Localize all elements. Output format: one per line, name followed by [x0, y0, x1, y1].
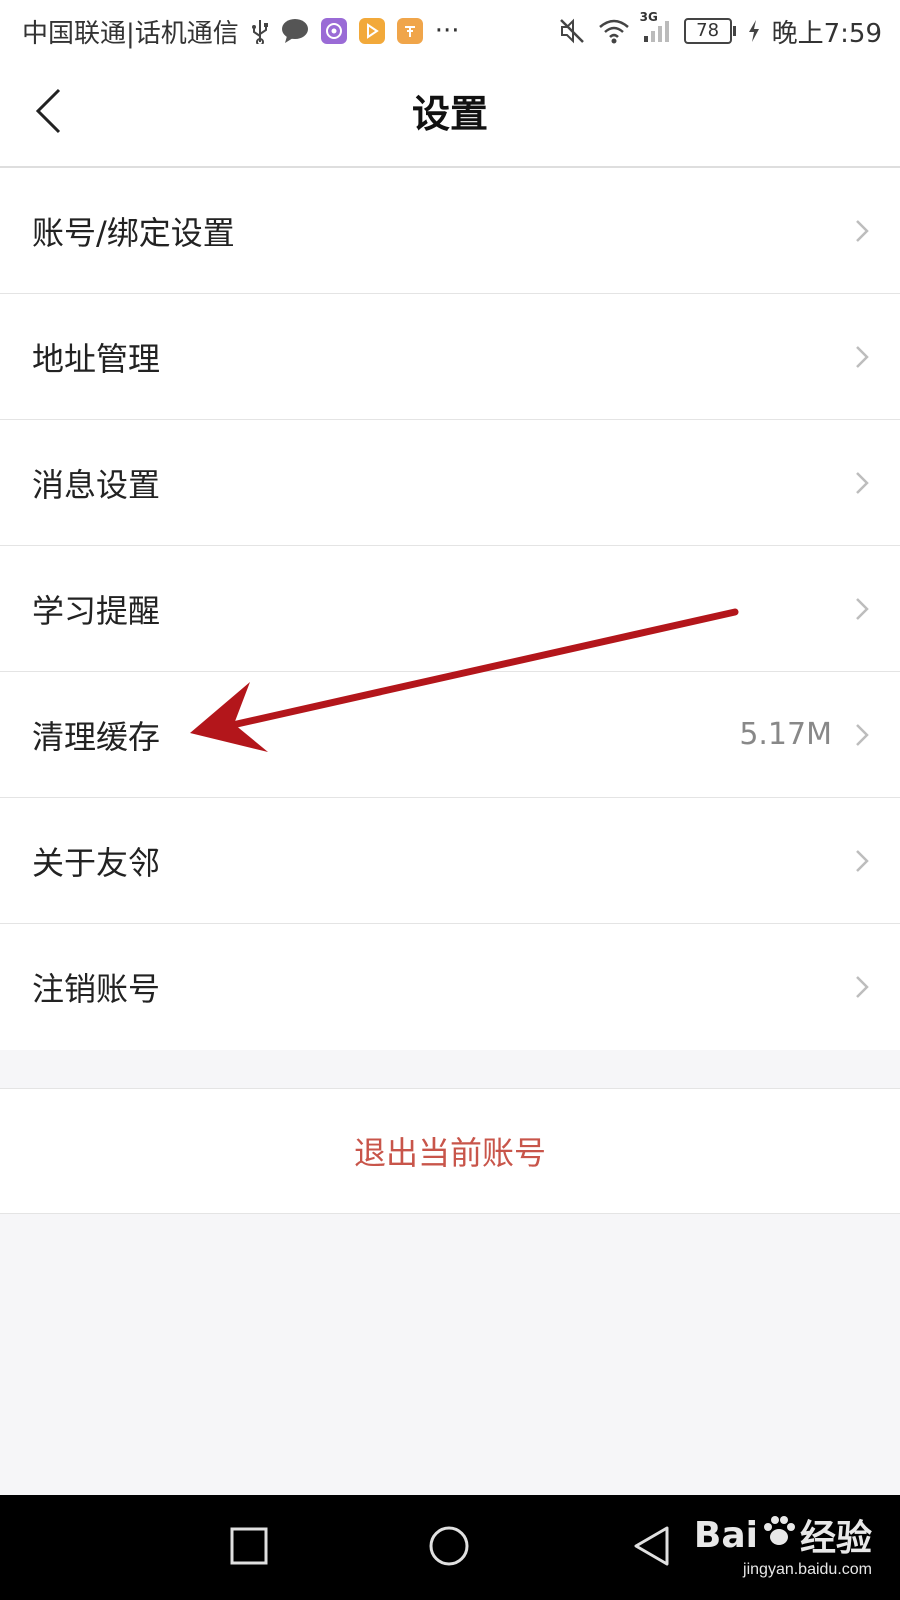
status-left: 中国联通|话机通信 ···: [22, 13, 460, 50]
system-nav-bar: Bai 经验 jingyan.baidu.com: [0, 1495, 900, 1600]
square-icon: [230, 1527, 268, 1569]
wifi-icon: [598, 18, 630, 44]
settings-row-label: 注销账号: [32, 970, 161, 1008]
settings-row-account-binding[interactable]: 账号/绑定设置: [0, 168, 900, 294]
mute-icon: [558, 17, 586, 45]
watermark-brand-suffix: 经验: [799, 1518, 872, 1559]
watermark-logo: Bai 经验: [694, 1509, 872, 1561]
watermark-brand: Bai: [693, 1514, 758, 1556]
chevron-right-icon: [852, 846, 872, 876]
chevron-right-icon: [852, 720, 872, 750]
status-right: 3G 78 晚上7:59: [558, 10, 882, 50]
settings-row-delete-account[interactable]: 注销账号: [0, 924, 900, 1050]
logout-button[interactable]: 退出当前账号: [354, 1128, 546, 1174]
chevron-right-icon: [852, 342, 872, 372]
usb-icon: [251, 18, 269, 44]
more-notifications: ···: [434, 16, 460, 46]
settings-row-notifications[interactable]: 消息设置: [0, 420, 900, 546]
settings-row-label: 学习提醒: [32, 591, 161, 630]
chevron-right-icon: [852, 594, 872, 624]
app-header: 设置: [0, 62, 900, 168]
chevron-right-icon: [852, 216, 872, 246]
battery-level: 78: [683, 18, 732, 44]
baidu-watermark: Bai 经验 jingyan.baidu.com: [694, 1509, 872, 1579]
battery-tip: [732, 26, 736, 36]
settings-list: 账号/绑定设置 地址管理 消息设置 学习提醒 清理缓存 5.17M 关于友邻 注…: [0, 168, 900, 1050]
chevron-right-icon: [852, 972, 872, 1002]
battery-indicator: 78: [683, 18, 736, 44]
cache-size-value: 5.17M: [739, 717, 832, 752]
charging-icon: [748, 20, 760, 42]
settings-row-about[interactable]: 关于友邻: [0, 798, 900, 924]
chevron-right-icon: [852, 468, 872, 498]
status-bar: 中国联通|话机通信 ··· 3G 78 晚上7:59: [0, 0, 900, 62]
logout-section: 退出当前账号: [0, 1088, 900, 1214]
settings-row-label: 账号/绑定设置: [32, 213, 235, 252]
back-nav-button[interactable]: [628, 1525, 674, 1571]
settings-row-label: 地址管理: [32, 339, 161, 378]
page-title: 设置: [411, 92, 488, 136]
settings-row-label: 关于友邻: [32, 843, 161, 882]
clock-text: 晚上7:59: [771, 18, 882, 49]
watermark-url: jingyan.baidu.com: [743, 1561, 872, 1578]
signal-icon: 3G: [640, 10, 672, 44]
circle-icon: [428, 1525, 470, 1571]
recent-apps-button[interactable]: [226, 1525, 272, 1571]
carrier-text: 中国联通|话机通信: [22, 18, 239, 49]
paw-icon: [762, 1514, 796, 1557]
network-type: 3G: [639, 10, 658, 24]
settings-row-study-reminder[interactable]: 学习提醒: [0, 546, 900, 672]
settings-row-label: 消息设置: [32, 465, 161, 504]
video-play-icon: [358, 18, 385, 44]
settings-row-address[interactable]: 地址管理: [0, 294, 900, 420]
settings-row-clear-cache[interactable]: 清理缓存 5.17M: [0, 672, 900, 798]
settings-row-label: 清理缓存: [32, 717, 161, 756]
chat-bubble-icon: [281, 18, 309, 44]
app-purple-icon: [320, 18, 347, 44]
triangle-back-icon: [631, 1525, 671, 1571]
home-button[interactable]: [426, 1525, 472, 1571]
app-orange-icon: [396, 18, 423, 44]
